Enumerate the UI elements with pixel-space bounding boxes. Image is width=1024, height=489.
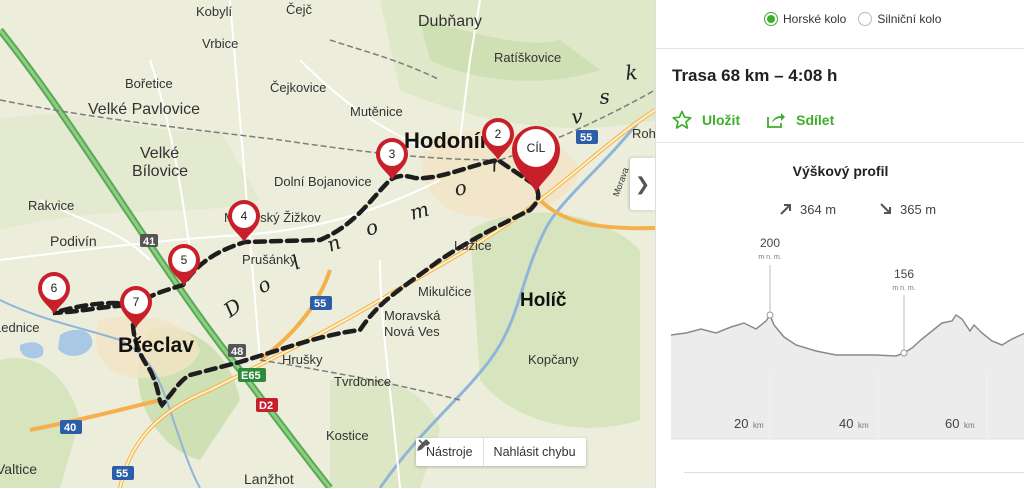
place-moravska: Moravská [384,308,441,323]
map-view[interactable]: Kobylí Čejč Dubňany Vrbice Bořetice Ratí… [0,0,655,488]
place-nova-ves: Nová Ves [384,324,440,339]
place-mikulcice: Mikulčice [418,284,471,299]
radio-dot-unselected [858,12,873,26]
svg-text:55: 55 [580,132,592,144]
route-summary-title: Trasa 68 km – 4:08 h [672,66,838,85]
place-boretice: Bořetice [125,76,173,91]
svg-text:55: 55 [116,468,128,480]
svg-text:48: 48 [231,346,243,358]
road-shield-41: 41 [140,234,158,248]
place-velke-pavlovice: Velké Pavlovice [88,101,200,118]
star-icon [672,110,692,129]
road-shield-d2: D2 [256,398,278,412]
x-tick-40: 40 [839,416,853,431]
place-kostice: Kostice [326,428,369,443]
save-button[interactable]: Uložit [672,110,740,130]
map-canvas[interactable]: Kobylí Čejč Dubňany Vrbice Bořetice Ratí… [0,0,655,488]
road-shield-55-north: 55 [576,130,598,144]
x-tick-unit-20: km [753,421,764,430]
share-label: Sdílet [796,112,835,128]
radio-mountain-bike-label: Horské kolo [783,12,847,26]
place-hrusky: Hrušky [282,352,323,367]
region-letter: s [598,84,610,109]
collapse-panel-button[interactable]: ❯ [630,158,655,210]
place-bilovice: Bílovice [132,163,188,180]
svg-text:2: 2 [495,127,502,141]
svg-text:4: 4 [241,209,248,223]
svg-text:CÍL: CÍL [527,140,546,155]
svg-text:55: 55 [314,298,326,310]
peak-marker-200 [766,311,774,319]
radio-mountain-bike[interactable]: Horské kolo [764,12,846,26]
report-error-label: Nahlásit chybu [493,445,576,459]
save-label: Uložit [702,112,741,128]
place-velke: Velké [140,145,179,162]
svg-text:E65: E65 [241,370,261,382]
place-holic: Holíč [520,290,567,311]
place-lednice: Lednice [0,320,40,335]
route-actions: Uložit Sdílet [672,110,834,130]
peak-unit-200: m n. m. [758,254,781,261]
divider [656,48,1024,49]
elevation-chart[interactable]: 200 m n. m. 156 m n. m. 20 km 40 km 60 k… [656,143,1024,489]
radio-dot-selected [764,12,778,26]
region-letter: k [624,60,638,85]
place-ratiskovice: Ratíškovice [494,50,561,65]
peak-unit-156: m n. m. [892,285,915,292]
share-button[interactable]: Sdílet [766,110,834,130]
tools-label: Nástroje [426,445,473,459]
place-podivin: Podivín [50,233,97,249]
peak-marker-156 [900,349,908,357]
road-shield-55-middle: 55 [310,296,332,310]
chevron-right-icon: ❯ [634,173,651,194]
place-roh: Roh [632,126,655,141]
svg-text:7: 7 [133,295,140,309]
report-error-button[interactable]: Nahlásit chybu [416,438,586,466]
panel-bottom-divider [684,472,1024,473]
place-valtice: Valtice [0,461,37,477]
map-tools-bar: Nástroje Nahlásit chybu [416,438,586,466]
place-cejkovice: Čejkovice [270,80,326,95]
svg-text:D2: D2 [259,400,273,412]
bike-type-switch: Horské kolo Silniční kolo [764,12,941,26]
svg-text:40: 40 [64,422,76,434]
svg-text:6: 6 [51,281,58,295]
place-cejc: Čejč [286,2,313,17]
share-icon [767,113,786,128]
place-dolni-bojanovice: Dolní Bojanovice [274,174,372,189]
place-kopcany: Kopčany [528,352,579,367]
svg-text:41: 41 [143,236,155,248]
place-luzice: Lužice [454,238,492,253]
place-mutenice: Mutěnice [350,104,403,119]
svg-text:5: 5 [181,253,188,267]
x-tick-unit-40: km [858,421,869,430]
radio-road-bike-label: Silniční kolo [877,12,942,26]
x-tick-20: 20 [734,416,748,431]
place-hodonin: Hodonín [404,128,493,153]
place-dubnany: Dubňany [418,13,482,30]
pencil-icon [416,439,429,452]
place-lanzhot: Lanžhot [244,471,294,487]
peak-value-200: 200 [760,236,780,250]
road-shield-e65: E65 [238,368,266,382]
svg-text:3: 3 [389,147,396,161]
road-shield-48: 48 [228,344,246,358]
place-breclav: Břeclav [118,334,194,357]
place-kobyli: Kobylí [196,4,233,19]
road-shield-40: 40 [60,420,82,434]
place-vrbice: Vrbice [202,36,238,51]
place-tvrdonice: Tvrdonice [334,374,391,389]
peak-value-156: 156 [894,267,914,281]
x-tick-60: 60 [945,416,959,431]
route-panel: Horské kolo Silniční kolo Trasa 68 km – … [655,0,1024,489]
x-tick-unit-60: km [964,421,975,430]
place-rakvice: Rakvice [28,198,74,213]
elevation-profile: Výškový profil 364 m 365 m 200 m n. m. 1… [656,142,1024,489]
radio-road-bike[interactable]: Silniční kolo [858,12,941,26]
road-shield-55-south: 55 [112,466,134,480]
